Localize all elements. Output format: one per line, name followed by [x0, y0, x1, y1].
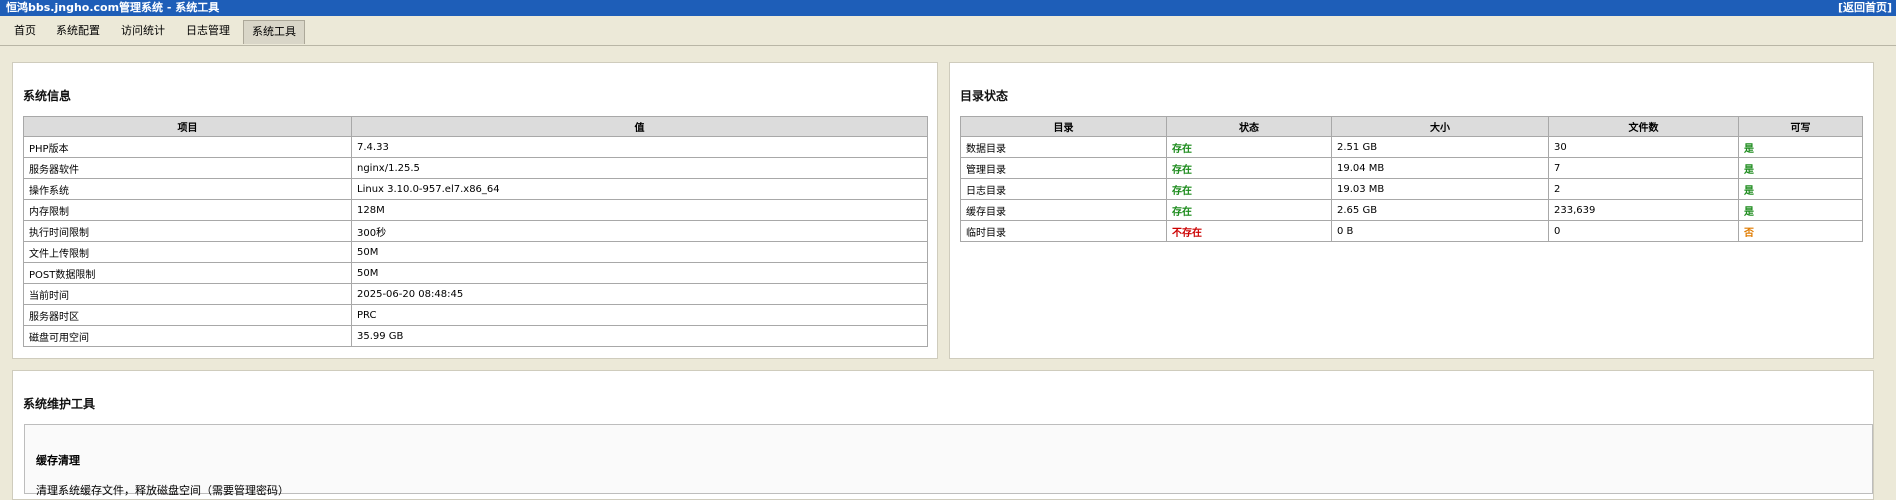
system-info-item-cell: POST数据限制: [23, 262, 352, 284]
system-info-item-cell: 操作系统: [23, 178, 352, 200]
column-header-item: 项目: [23, 116, 352, 137]
directory-file-count-cell: 7: [1548, 157, 1739, 179]
directory-file-count-cell: 0: [1548, 220, 1739, 242]
system-info-value-cell: 50M: [351, 262, 928, 284]
column-header-writable: 可写: [1738, 116, 1863, 137]
window-title: 恒鸿bbs.jngho.com管理系统 - 系统工具: [6, 1, 220, 14]
table-row: 日志目录 存在 19.03 MB 2 是: [960, 178, 1863, 200]
directory-status-cell: 存在: [1166, 199, 1332, 221]
directory-status-title: 目录状态: [960, 89, 1009, 103]
tab-home[interactable]: 首页: [6, 20, 44, 44]
tab-system-tools[interactable]: 系统工具: [243, 20, 305, 44]
directory-status-cell: 存在: [1166, 136, 1332, 158]
system-info-item-cell: 执行时间限制: [23, 220, 352, 242]
table-row: 管理目录 存在 19.04 MB 7 是: [960, 157, 1863, 179]
directory-name-cell: 缓存目录: [960, 199, 1167, 221]
table-row: 内存限制 128M: [23, 199, 928, 221]
directory-size-cell: 0 B: [1331, 220, 1549, 242]
system-info-value-cell: 7.4.33: [351, 136, 928, 158]
table-row: 操作系统 Linux 3.10.0-957.el7.x86_64: [23, 178, 928, 200]
table-row: 文件上传限制 50M: [23, 241, 928, 263]
tab-log-management[interactable]: 日志管理: [178, 20, 238, 44]
directory-status-cell: 不存在: [1166, 220, 1332, 242]
table-row: PHP版本 7.4.33: [23, 136, 928, 158]
directory-writable-cell: 否: [1738, 220, 1863, 242]
system-info-value-cell: 35.99 GB: [351, 325, 928, 347]
directory-file-count-cell: 30: [1548, 136, 1739, 158]
directory-size-cell: 2.51 GB: [1331, 136, 1549, 158]
directory-file-count-cell: 233,639: [1548, 199, 1739, 221]
top-nav: 首页 系统配置 访问统计 日志管理 系统工具: [0, 16, 1896, 46]
system-info-item-cell: PHP版本: [23, 136, 352, 158]
column-header-size: 大小: [1331, 116, 1549, 137]
directory-size-cell: 19.04 MB: [1331, 157, 1549, 179]
directory-writable-cell: 是: [1738, 136, 1863, 158]
directory-status-table: 目录 状态 大小 文件数 可写 数据目录 存在 2.51 GB 30 是管理目录 存在 19…: [960, 116, 1863, 242]
directory-size-cell: 2.65 GB: [1331, 199, 1549, 221]
directory-size-cell: 19.03 MB: [1331, 178, 1549, 200]
column-header-directory: 目录: [960, 116, 1167, 137]
system-info-value-cell: 300秒: [351, 220, 928, 242]
column-header-status: 状态: [1166, 116, 1332, 137]
cache-clean-section: 缓存清理 清理系统缓存文件，释放磁盘空间（需要管理密码）: [24, 424, 1873, 497]
system-info-value-cell: Linux 3.10.0-957.el7.x86_64: [351, 178, 928, 200]
system-info-panel: 系统信息 项目 值 PHP版本 7.4.33 服务器软件 nginx/1.25.5 操作…: [12, 62, 938, 359]
directory-writable-cell: 是: [1738, 178, 1863, 200]
table-row: 当前时间 2025-06-20 08:48:45: [23, 283, 928, 305]
window-titlebar: 恒鸿bbs.jngho.com管理系统 - 系统工具 [返回首页]: [0, 0, 1896, 16]
system-info-value-cell: nginx/1.25.5: [351, 157, 928, 179]
system-info-item-cell: 服务器时区: [23, 304, 352, 326]
system-info-value-cell: 50M: [351, 241, 928, 263]
directory-name-cell: 管理目录: [960, 157, 1167, 179]
system-info-item-cell: 服务器软件: [23, 157, 352, 179]
system-info-item-cell: 磁盘可用空间: [23, 325, 352, 347]
system-info-value-cell: PRC: [351, 304, 928, 326]
directory-status-panel: 目录状态 目录 状态 大小 文件数 可写 数据目录 存在 2.51 GB 30 是管理目…: [949, 62, 1874, 359]
tab-system-config[interactable]: 系统配置: [48, 20, 108, 44]
table-row: 数据目录 存在 2.51 GB 30 是: [960, 136, 1863, 158]
directory-status-cell: 存在: [1166, 178, 1332, 200]
system-info-item-cell: 文件上传限制: [23, 241, 352, 263]
table-row: 服务器软件 nginx/1.25.5: [23, 157, 928, 179]
table-row: 执行时间限制 300秒: [23, 220, 928, 242]
table-row: 服务器时区 PRC: [23, 304, 928, 326]
table-header-row: 目录 状态 大小 文件数 可写: [960, 116, 1863, 137]
table-row: 磁盘可用空间 35.99 GB: [23, 325, 928, 347]
system-info-table: 项目 值 PHP版本 7.4.33 服务器软件 nginx/1.25.5 操作系统 Lin…: [23, 116, 928, 347]
system-info-item-cell: 内存限制: [23, 199, 352, 221]
directory-name-cell: 数据目录: [960, 136, 1167, 158]
system-info-item-cell: 当前时间: [23, 283, 352, 305]
table-row: POST数据限制 50M: [23, 262, 928, 284]
table-row: 缓存目录 存在 2.65 GB 233,639 是: [960, 199, 1863, 221]
tab-visit-stats[interactable]: 访问统计: [113, 20, 173, 44]
system-info-title: 系统信息: [23, 89, 72, 103]
table-header-row: 项目 值: [23, 116, 928, 137]
directory-writable-cell: 是: [1738, 157, 1863, 179]
table-row: 临时目录 不存在 0 B0否: [960, 220, 1863, 242]
directory-file-count-cell: 2: [1548, 178, 1739, 200]
directory-status-cell: 存在: [1166, 157, 1332, 179]
system-info-value-cell: 128M: [351, 199, 928, 221]
cache-clean-description: 清理系统缓存文件，释放磁盘空间（需要管理密码）: [36, 484, 289, 497]
cache-clean-title: 缓存清理: [36, 454, 80, 467]
maintenance-panel: 系统维护工具 缓存清理 清理系统缓存文件，释放磁盘空间（需要管理密码）: [12, 370, 1874, 500]
column-header-value: 值: [351, 116, 928, 137]
system-info-value-cell: 2025-06-20 08:48:45: [351, 283, 928, 305]
directory-writable-cell: 是: [1738, 199, 1863, 221]
directory-name-cell: 日志目录: [960, 178, 1167, 200]
maintenance-title: 系统维护工具: [23, 397, 96, 411]
column-header-file-count: 文件数: [1548, 116, 1739, 137]
directory-name-cell: 临时目录: [960, 220, 1167, 242]
back-home-link[interactable]: [返回首页]: [1838, 0, 1892, 16]
